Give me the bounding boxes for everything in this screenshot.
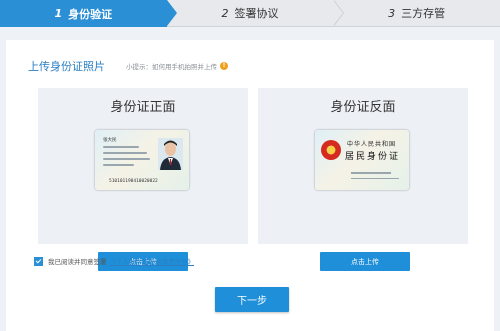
id-front-upload-area: 身份证正面 张大民 510101198410020022 点击上传 [38,88,248,271]
next-button[interactable]: 下一步 [215,287,289,312]
step-number: 1 [54,7,63,20]
step-label: 三方存管 [401,7,446,20]
id-back-upload-area: 身份证反面 中华人民共和国 居民身份证 点击上传 [258,88,468,271]
id-front-sample-image: 张大民 510101198410020022 [95,130,189,190]
national-emblem-icon [321,140,341,160]
id-number: 510101198410020022 [109,179,158,184]
step-label: 身份验证 [68,7,113,21]
card-title: 居民身份证 [345,152,401,162]
step-number: 3 [388,6,396,20]
agreement-checkbox[interactable] [34,256,43,266]
tab-step-1[interactable]: 1 身份验证 [0,0,177,27]
back-title: 身份证反面 [330,100,396,115]
upload-hint[interactable]: 小提示：如何用手机拍照并上传 ! [126,61,228,71]
step-number: 2 [221,6,229,20]
step-tabs: 1 身份验证 2 签署协议 3 三方存管 [0,0,500,27]
card-text-lines: 张大民 [103,137,155,170]
front-title: 身份证正面 [110,100,176,115]
card-text-lines [351,172,401,183]
section-title: 上传身份证照片 [28,60,105,73]
portrait-photo-icon [158,138,183,170]
step-label: 签署协议 [234,7,279,20]
main-panel: 上传身份证照片 小提示：如何用手机拍照并上传 ! 身份证正面 张大民 51010… [6,40,494,331]
agreement-link[interactable]: 《个人数字证书申请责任书》 [110,256,195,266]
upload-back-button[interactable]: 点击上传 [320,252,410,271]
agreement-text: 我已阅读并同意签署 [48,258,107,266]
help-icon[interactable]: ! [220,62,228,70]
id-back-sample-image: 中华人民共和国 居民身份证 [315,130,409,190]
tab-step-2[interactable]: 2 签署协议 [166,0,344,27]
card-country: 中华人民共和国 [347,141,397,148]
tab-step-3[interactable]: 3 三方存管 [333,0,500,27]
agreement-row: 我已阅读并同意签署 《个人数字证书申请责任书》 [34,256,194,266]
hint-text: 小提示：如何用手机拍照并上传 [126,63,217,71]
card-name: 张大民 [103,138,117,143]
